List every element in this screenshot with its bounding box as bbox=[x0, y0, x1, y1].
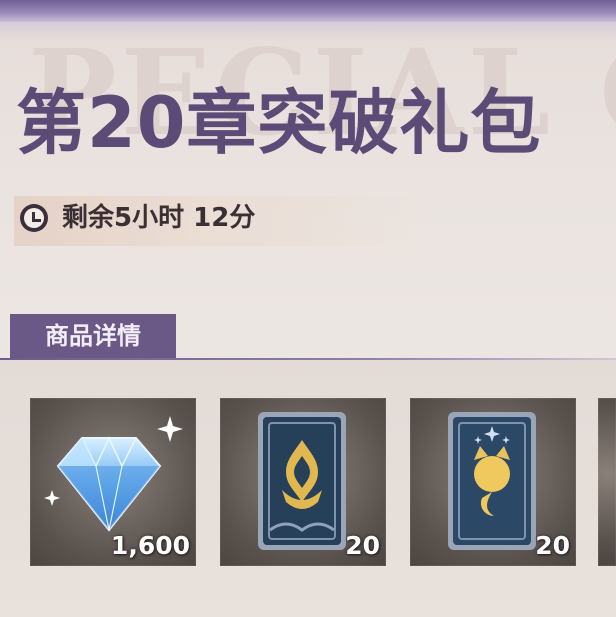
item-slot-diamond[interactable]: 1,600 bbox=[30, 398, 196, 566]
item-slot-partial[interactable] bbox=[598, 398, 616, 566]
section-divider bbox=[0, 358, 616, 360]
pack-title: 第20章突破礼包 bbox=[16, 82, 542, 164]
item-slot-card-fox[interactable]: 20 bbox=[410, 398, 576, 566]
item-quantity: 20 bbox=[345, 531, 380, 560]
remaining-time: 剩余5小时 12分 bbox=[62, 203, 256, 233]
item-quantity: 20 bbox=[535, 531, 570, 560]
tab-product-details[interactable]: 商品详情 bbox=[10, 314, 176, 358]
item-slot-card-crest[interactable]: 20 bbox=[220, 398, 386, 566]
item-quantity: 1,600 bbox=[110, 531, 190, 560]
clock-icon bbox=[20, 204, 48, 232]
